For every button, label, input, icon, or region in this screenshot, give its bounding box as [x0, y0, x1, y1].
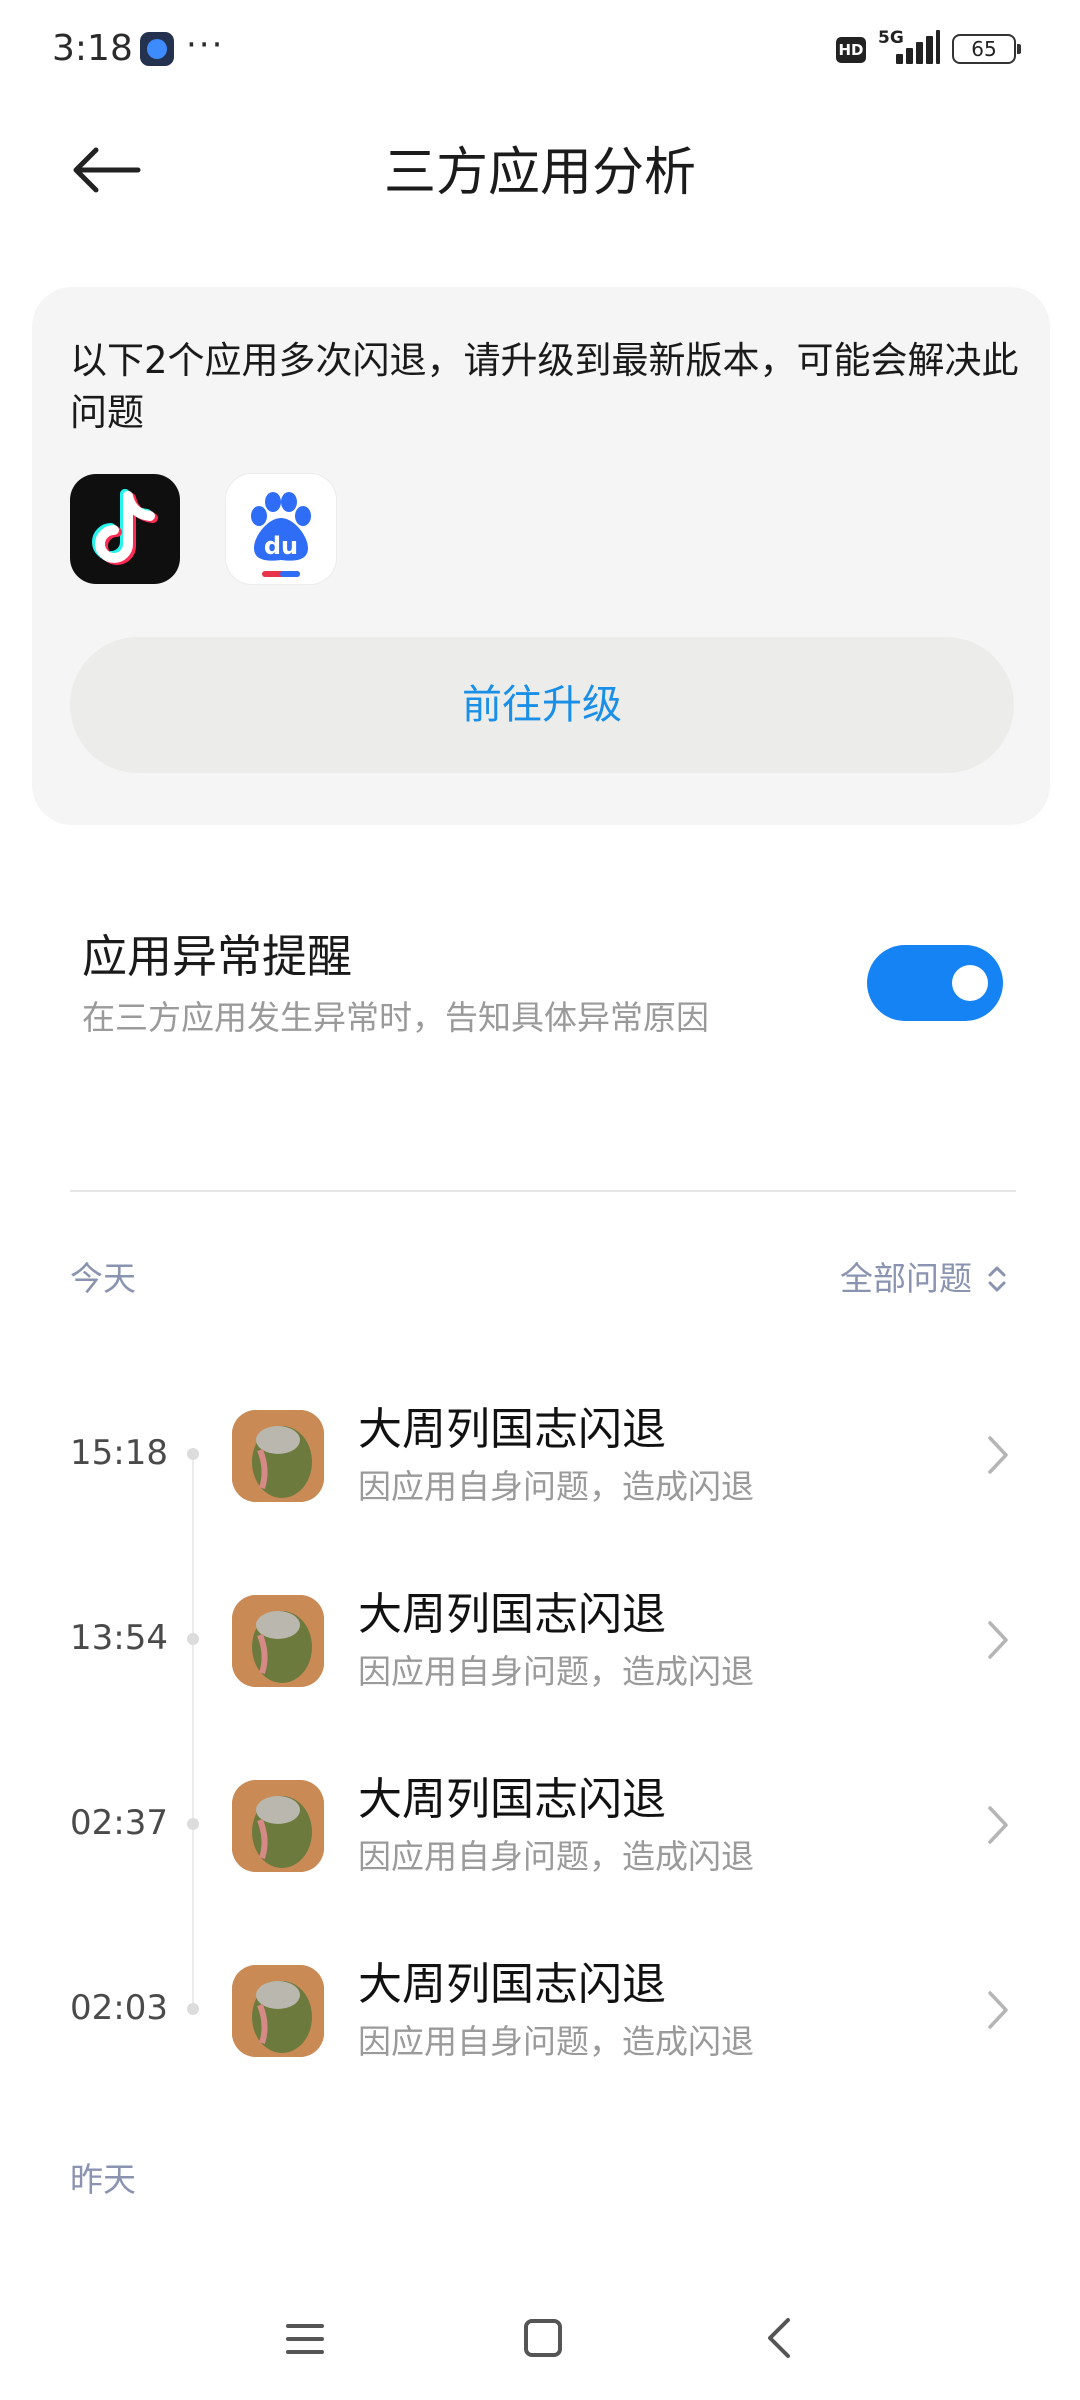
- chevron-right-icon: [988, 1991, 1008, 2029]
- crash-record-row[interactable]: 15:18 大周列国志闪退 因应用自身问题，造成闪退: [0, 1380, 1080, 1530]
- reminder-title: 应用异常提醒: [82, 930, 353, 983]
- filter-label: 全部问题: [840, 1259, 972, 1298]
- timeline-dot: [187, 1448, 199, 1460]
- section-header-yesterday: 昨天: [70, 2160, 136, 2199]
- recent-apps-button[interactable]: [282, 2316, 328, 2362]
- crash-time: 15:18: [70, 1433, 168, 1473]
- game-app-icon: [232, 1595, 324, 1687]
- home-button[interactable]: [522, 2316, 564, 2360]
- crash-reason: 因应用自身问题，造成闪退: [358, 2022, 754, 2061]
- crash-title: 大周列国志闪退: [358, 1589, 666, 1640]
- crash-reason: 因应用自身问题，造成闪退: [358, 1837, 754, 1876]
- menu-icon: [286, 2324, 324, 2354]
- crash-message: 以下2个应用多次闪退，请升级到最新版本，可能会解决此问题: [70, 339, 1019, 434]
- more-notifications-icon: ···: [186, 25, 225, 65]
- baidu-paw-logo: du: [251, 492, 311, 577]
- tiktok-icon[interactable]: [70, 474, 180, 584]
- timeline-dot: [187, 1818, 199, 1830]
- chevron-left-icon: [768, 2318, 790, 2358]
- crash-time: 02:37: [70, 1803, 168, 1843]
- crash-time: 13:54: [70, 1618, 168, 1658]
- svg-text:du: du: [264, 532, 298, 560]
- crash-time: 02:03: [70, 1988, 168, 2028]
- baidu-icon[interactable]: du: [226, 474, 336, 584]
- crash-reason: 因应用自身问题，造成闪退: [358, 1652, 754, 1691]
- game-app-icon: [232, 1780, 324, 1872]
- status-bar: 3:18 ··· HD 5G 65: [0, 0, 1080, 100]
- section-header-today: 今天: [70, 1259, 136, 1298]
- game-app-icon: [232, 1410, 324, 1502]
- frequent-crash-card: 以下2个应用多次闪退，请升级到最新版本，可能会解决此问题 du 前往升级: [32, 287, 1050, 825]
- upgrade-button[interactable]: 前往升级: [70, 637, 1014, 773]
- reminder-description: 在三方应用发生异常时，告知具体异常原因: [82, 998, 709, 1037]
- hd-voice-icon: HD: [836, 37, 866, 63]
- status-time: 3:18: [52, 28, 133, 69]
- reminder-toggle[interactable]: [867, 945, 1003, 1021]
- crash-title: 大周列国志闪退: [358, 1774, 666, 1825]
- chevron-right-icon: [988, 1436, 1008, 1474]
- chevron-right-icon: [988, 1806, 1008, 1844]
- battery-level: 65: [971, 37, 997, 61]
- assistant-app-icon: [140, 32, 174, 66]
- timeline-line: [192, 1452, 194, 2004]
- chevron-right-icon: [988, 1621, 1008, 1659]
- game-app-icon: [232, 1965, 324, 2057]
- home-square-icon: [524, 2319, 562, 2357]
- toggle-knob: [952, 965, 988, 1001]
- timeline-dot: [187, 2003, 199, 2015]
- page-title: 三方应用分析: [383, 143, 696, 203]
- sort-updown-icon: [988, 1266, 1006, 1292]
- issue-filter-dropdown[interactable]: 全部问题: [840, 1256, 1008, 1302]
- divider: [70, 1190, 1016, 1192]
- crash-title: 大周列国志闪退: [358, 1959, 666, 2010]
- battery-icon: 65: [952, 34, 1021, 64]
- crash-record-row[interactable]: 13:54 大周列国志闪退 因应用自身问题，造成闪退: [0, 1565, 1080, 1715]
- crash-record-row[interactable]: 02:03 大周列国志闪退 因应用自身问题，造成闪退: [0, 1935, 1080, 2085]
- timeline-dot: [187, 1633, 199, 1645]
- crash-title: 大周列国志闪退: [358, 1404, 666, 1455]
- crash-record-row[interactable]: 02:37 大周列国志闪退 因应用自身问题，造成闪退: [0, 1750, 1080, 1900]
- signal-strength-icon: [896, 30, 940, 64]
- crash-reason: 因应用自身问题，造成闪退: [358, 1467, 754, 1506]
- tiktok-logo: [92, 489, 158, 565]
- system-back-button[interactable]: [760, 2314, 796, 2362]
